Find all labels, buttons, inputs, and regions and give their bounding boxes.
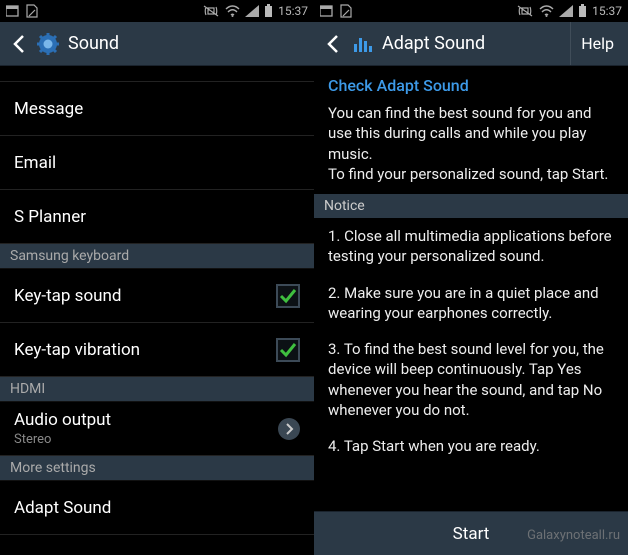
start-button[interactable]: Start bbox=[314, 511, 628, 555]
chevron-right-icon bbox=[278, 418, 300, 440]
status-bar: 15:37 bbox=[314, 0, 628, 22]
row-label: Audio output bbox=[14, 410, 278, 430]
notice-1: 1. Close all multimedia applications bef… bbox=[314, 218, 628, 275]
list-item[interactable] bbox=[0, 66, 314, 82]
header-adapt-sound: Adapt Sound Help bbox=[314, 22, 628, 66]
wifi-icon bbox=[539, 5, 554, 17]
phone-right: 15:37 Adapt Sound Help Check Adapt Sound… bbox=[314, 0, 628, 555]
wifi-icon bbox=[225, 5, 240, 17]
checkbox[interactable] bbox=[276, 284, 300, 308]
window-icon bbox=[320, 5, 334, 17]
header-sound: Sound bbox=[0, 22, 314, 66]
list-item-audio-output[interactable]: Audio output Stereo bbox=[0, 402, 314, 456]
section-more-settings: More settings bbox=[0, 456, 314, 481]
header-title: Sound bbox=[68, 33, 310, 54]
doc-icon bbox=[340, 4, 352, 18]
back-button[interactable] bbox=[318, 34, 348, 54]
notice-2: 2. Make sure you are in a quiet place an… bbox=[314, 275, 628, 332]
battery-icon bbox=[578, 4, 587, 18]
adapt-content: Check Adapt Sound You can find the best … bbox=[314, 66, 628, 555]
signal-icon bbox=[559, 5, 573, 17]
help-button[interactable]: Help bbox=[570, 22, 624, 65]
notice-header: Notice bbox=[314, 194, 628, 218]
window-icon bbox=[6, 5, 20, 17]
section-samsung-keyboard: Samsung keyboard bbox=[0, 244, 314, 269]
notice-4: 4. Tap Start when you are ready. bbox=[314, 428, 628, 464]
status-bar: 15:37 bbox=[0, 0, 314, 22]
row-label: Adapt Sound bbox=[14, 498, 300, 518]
section-hdmi: HDMI bbox=[0, 377, 314, 402]
doc-icon bbox=[26, 4, 38, 18]
row-label: Message bbox=[14, 99, 300, 119]
row-label: Key-tap sound bbox=[14, 286, 276, 306]
checkbox[interactable] bbox=[276, 338, 300, 362]
vibrate-icon bbox=[202, 4, 220, 18]
clock: 15:37 bbox=[278, 4, 308, 18]
desc-line2: To find your personalized sound, tap Sta… bbox=[328, 165, 608, 183]
notice-3: 3. To find the best sound level for you,… bbox=[314, 331, 628, 428]
signal-icon bbox=[245, 5, 259, 17]
vibrate-icon bbox=[516, 4, 534, 18]
description: You can find the best sound for you and … bbox=[314, 99, 628, 194]
row-sublabel: Stereo bbox=[14, 432, 278, 447]
list-item-adapt-sound[interactable]: Adapt Sound bbox=[0, 481, 314, 535]
list-item-keytap-vibration[interactable]: Key-tap vibration bbox=[0, 323, 314, 377]
start-label: Start bbox=[453, 524, 490, 544]
row-label: Key-tap vibration bbox=[14, 340, 276, 360]
list-item-message[interactable]: Message bbox=[0, 82, 314, 136]
clock: 15:37 bbox=[592, 4, 622, 18]
row-label: S Planner bbox=[14, 207, 300, 227]
battery-icon bbox=[264, 4, 273, 18]
sound-list: Message Email S Planner Samsung keyboard… bbox=[0, 66, 314, 555]
gear-icon bbox=[34, 30, 62, 58]
list-item-email[interactable]: Email bbox=[0, 136, 314, 190]
phone-left: 15:37 Sound Message Email S Planner Sams… bbox=[0, 0, 314, 555]
back-button[interactable] bbox=[4, 34, 34, 54]
list-item-splanner[interactable]: S Planner bbox=[0, 190, 314, 244]
row-label: Email bbox=[14, 153, 300, 173]
equalizer-icon bbox=[348, 30, 376, 58]
header-title: Adapt Sound bbox=[382, 33, 570, 54]
check-adapt-title: Check Adapt Sound bbox=[314, 66, 628, 99]
desc-line1: You can find the best sound for you and … bbox=[328, 104, 592, 163]
list-item-keytap-sound[interactable]: Key-tap sound bbox=[0, 269, 314, 323]
